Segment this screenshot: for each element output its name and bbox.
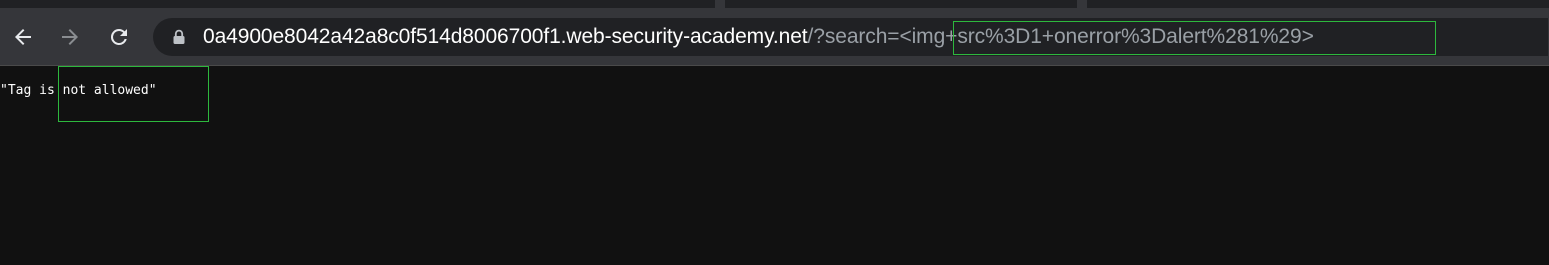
arrow-right-icon <box>62 29 78 45</box>
url-payload-highlight <box>953 21 1436 55</box>
arrow-left-icon <box>15 29 31 45</box>
url-host: 0a4900e8042a42a8c0f514d8006700f1.web-sec… <box>203 25 808 48</box>
back-button[interactable] <box>6 20 40 54</box>
lock-icon[interactable] <box>170 28 188 46</box>
tab-edge[interactable] <box>1077 0 1087 8</box>
tab-edge[interactable] <box>715 0 725 8</box>
forward-button[interactable] <box>53 20 87 54</box>
address-bar[interactable]: 0a4900e8042a42a8c0f514d8006700f1.web-sec… <box>153 18 1548 56</box>
reload-icon <box>110 28 127 45</box>
message-highlight <box>58 66 209 122</box>
reload-button[interactable] <box>102 20 136 54</box>
browser-toolbar: 0a4900e8042a42a8c0f514d8006700f1.web-sec… <box>0 8 1549 66</box>
tab-strip <box>0 0 1549 8</box>
page-content: "Tag is not allowed" <box>0 66 1549 265</box>
